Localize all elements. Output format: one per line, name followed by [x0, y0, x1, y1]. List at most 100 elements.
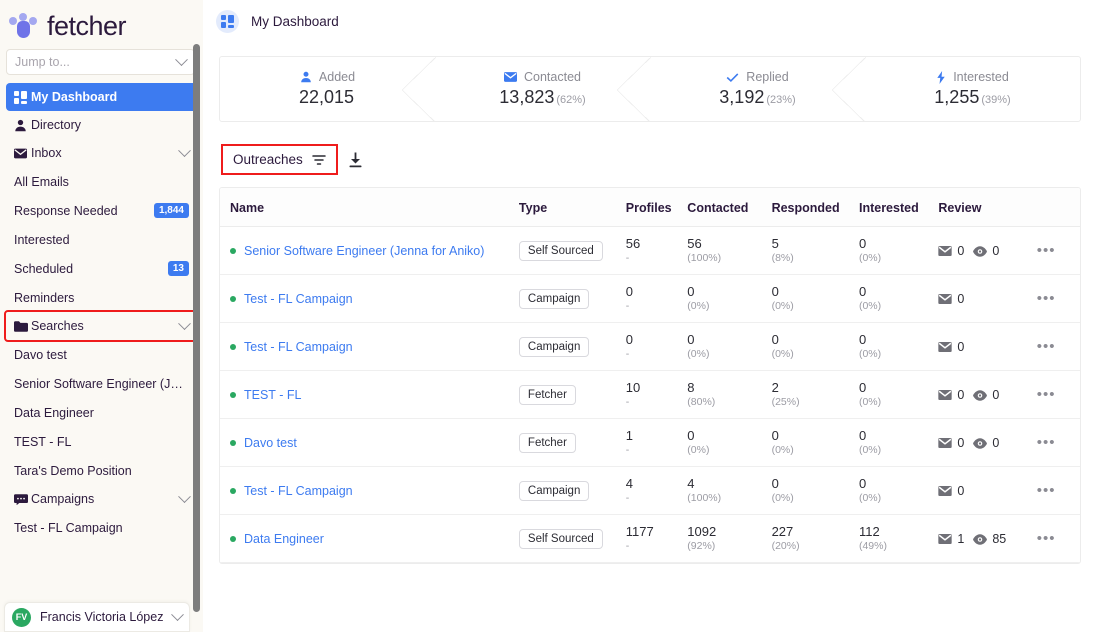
sidebar-item-data-engineer[interactable]: Data Engineer: [6, 398, 197, 427]
outreach-name-link[interactable]: Test - FL Campaign: [244, 484, 353, 498]
outreach-name-link[interactable]: Test - FL Campaign: [244, 292, 353, 306]
check-icon: [726, 72, 739, 83]
table-row[interactable]: Test - FL Campaign Campaign 4 - 4 (100%)…: [220, 466, 1080, 515]
cell-contacted: 0 (0%): [687, 274, 772, 323]
table-row[interactable]: Davo test Fetcher 1 - 0 (0%) 0 (0%) 0 (0…: [220, 418, 1080, 467]
profiles-sub: -: [625, 252, 630, 264]
review-mail-count: 0: [957, 291, 965, 306]
profiles-value: 0: [625, 284, 634, 299]
user-profile-button[interactable]: FV Francis Victoria López: [4, 602, 190, 632]
stat-value-row: 3,192 (23%): [719, 87, 795, 108]
sidebar-item-interested[interactable]: Interested: [6, 225, 197, 254]
badge-response-needed: 1,844: [153, 203, 189, 218]
cell-type: Self Sourced: [518, 514, 626, 563]
sidebar-item-reminders[interactable]: Reminders: [6, 283, 197, 312]
cell-type: Campaign: [518, 322, 626, 371]
outreach-name-link[interactable]: Senior Software Engineer (Jenna for Anik…: [244, 244, 484, 258]
stat-value-row: 1,255 (39%): [934, 87, 1010, 108]
outreach-name-link[interactable]: Test - FL Campaign: [244, 340, 353, 354]
ellipsis-icon[interactable]: •••: [1037, 242, 1056, 259]
envelope-icon[interactable]: [938, 389, 953, 400]
sidebar-scrollbar[interactable]: [193, 44, 200, 612]
envelope-icon[interactable]: [938, 245, 953, 256]
column-header-name[interactable]: Name: [220, 188, 519, 227]
envelope-icon[interactable]: [938, 293, 953, 304]
chevron-down-icon[interactable]: [175, 52, 188, 66]
type-chip: Self Sourced: [518, 528, 603, 549]
ellipsis-icon[interactable]: •••: [1037, 434, 1056, 451]
sidebar-item-searches[interactable]: Searches: [4, 310, 199, 342]
table-row[interactable]: Test - FL Campaign Campaign 0 - 0 (0%) 0…: [220, 322, 1080, 371]
outreach-name-link[interactable]: Data Engineer: [244, 532, 324, 546]
stat-label: Contacted: [524, 70, 581, 84]
chevron-down-icon[interactable]: [178, 143, 191, 157]
sidebar-item-campaigns[interactable]: Campaigns: [6, 485, 197, 513]
sidebar-item-response-needed[interactable]: Response Needed 1,844: [6, 196, 197, 225]
table-row[interactable]: Senior Software Engineer (Jenna for Anik…: [220, 226, 1080, 275]
cell-type: Fetcher: [518, 370, 626, 419]
review-mail-count: 0: [957, 243, 965, 258]
eye-icon[interactable]: [973, 245, 988, 257]
sidebar-item-inbox[interactable]: Inbox: [6, 139, 197, 167]
search-input[interactable]: [15, 55, 177, 69]
profiles-sub: -: [625, 300, 630, 312]
sidebar-item-test-fl[interactable]: TEST - FL: [6, 427, 197, 456]
fetcher-paw-logo-icon: [8, 13, 40, 39]
column-header-interested[interactable]: Interested: [858, 188, 939, 227]
sidebar-item-label: TEST - FL: [14, 434, 72, 449]
sidebar-item-all-emails[interactable]: All Emails: [6, 167, 197, 196]
interested-percent: (0%): [858, 492, 882, 504]
envelope-icon[interactable]: [938, 437, 953, 448]
table-row[interactable]: TEST - FL Fetcher 10 - 8 (80%) 2 (25%) 0…: [220, 370, 1080, 419]
sidebar-item-test-fl-campaign[interactable]: Test - FL Campaign: [6, 513, 197, 542]
sidebar-item-label: Response Needed: [14, 203, 118, 218]
status-dot: [230, 535, 236, 542]
envelope-icon[interactable]: [938, 533, 953, 544]
table-row[interactable]: Test - FL Campaign Campaign 0 - 0 (0%) 0…: [220, 274, 1080, 323]
sidebar-item-senior-software-engineer[interactable]: Senior Software Engineer (Jen...: [6, 369, 197, 398]
sidebar-item-davo-test[interactable]: Davo test: [6, 340, 197, 369]
jump-to-box[interactable]: [6, 49, 195, 75]
responded-percent: (0%): [771, 492, 794, 504]
table-row[interactable]: Data Engineer Self Sourced 1177 - 1092 (…: [220, 514, 1080, 563]
eye-icon[interactable]: [973, 389, 988, 401]
column-header-profiles[interactable]: Profiles: [625, 188, 688, 227]
brand-logo[interactable]: fetcher: [0, 0, 203, 44]
ellipsis-icon[interactable]: •••: [1037, 386, 1056, 403]
column-header-type[interactable]: Type: [518, 188, 626, 227]
ellipsis-icon[interactable]: •••: [1037, 338, 1056, 355]
contacted-value: 0: [687, 284, 695, 299]
outreach-name-link[interactable]: TEST - FL: [244, 388, 301, 402]
chevron-down-icon[interactable]: [178, 489, 191, 503]
sidebar-item-taras-demo-position[interactable]: Tara's Demo Position: [6, 456, 197, 485]
main-content: My Dashboard Added 22,015 Contacted 13,8…: [203, 0, 1093, 632]
stat-label-row: Added: [300, 70, 355, 84]
type-chip: Campaign: [518, 480, 590, 501]
download-button[interactable]: [348, 152, 363, 168]
stat-replied: Replied 3,192 (23%): [650, 57, 866, 121]
brand-name: fetcher: [47, 10, 127, 41]
outreach-name-link[interactable]: Davo test: [244, 436, 297, 450]
cell-responded: 0 (0%): [771, 322, 859, 371]
sidebar-item-scheduled[interactable]: Scheduled 13: [6, 254, 197, 283]
stat-percent: (23%): [766, 94, 796, 106]
eye-icon[interactable]: [973, 437, 988, 449]
column-header-review[interactable]: Review: [938, 188, 1037, 227]
column-header-responded[interactable]: Responded: [771, 188, 859, 227]
filter-icon[interactable]: [312, 154, 326, 166]
sidebar-item-directory[interactable]: Directory: [6, 111, 197, 139]
ellipsis-icon[interactable]: •••: [1037, 482, 1056, 499]
profiles-value: 0: [625, 332, 634, 347]
cell-type: Campaign: [518, 466, 626, 515]
ellipsis-icon[interactable]: •••: [1037, 530, 1056, 547]
chevron-down-icon[interactable]: [171, 607, 184, 621]
eye-icon[interactable]: [973, 533, 988, 545]
sidebar-nav: My Dashboard Directory Inbox All Emails …: [0, 75, 203, 542]
sidebar-item-my-dashboard[interactable]: My Dashboard: [6, 83, 197, 111]
column-header-contacted[interactable]: Contacted: [687, 188, 772, 227]
ellipsis-icon[interactable]: •••: [1037, 290, 1056, 307]
chevron-down-icon[interactable]: [178, 316, 191, 330]
envelope-icon[interactable]: [938, 341, 953, 352]
envelope-icon[interactable]: [938, 485, 953, 496]
outreaches-filter-button[interactable]: Outreaches: [221, 144, 338, 175]
